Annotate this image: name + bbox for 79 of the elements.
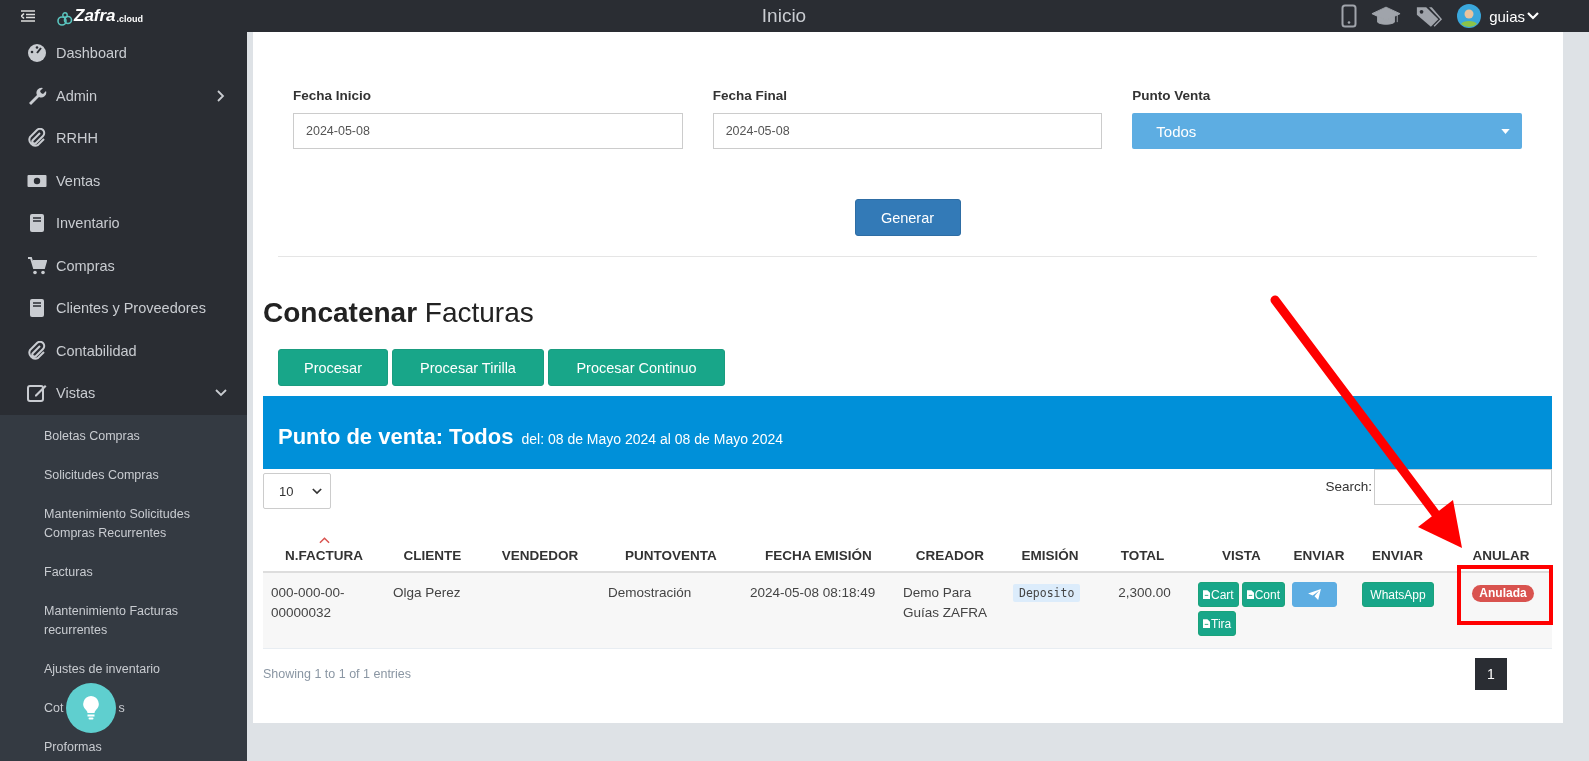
sidebar-item[interactable]: Contabilidad xyxy=(0,329,247,372)
logo[interactable]: Zafra.cloud xyxy=(57,6,144,26)
sidebar-item[interactable]: Ventas xyxy=(0,159,247,202)
table-cell: 2,300.00 xyxy=(1118,585,1171,600)
submenu-item[interactable]: Proformas xyxy=(0,727,247,761)
field-label: Fecha Final xyxy=(712,88,788,103)
field-label: Fecha Inicio xyxy=(293,88,373,103)
caret-icon xyxy=(1501,128,1510,134)
column-header[interactable]: ENVIAR xyxy=(1372,548,1423,563)
table-cell: Olga Perez xyxy=(393,585,461,600)
submenu-item[interactable]: Ajustes de inventario xyxy=(0,649,247,689)
paperclip-icon xyxy=(27,340,47,361)
search-field[interactable] xyxy=(1374,469,1552,505)
send-icon xyxy=(1308,589,1321,600)
book-icon xyxy=(27,213,47,234)
column-header[interactable]: PUNTOVENTA xyxy=(625,548,717,563)
banner-title: Punto de venta: Todos xyxy=(278,423,514,450)
sidebar-item[interactable]: RRHH xyxy=(0,117,247,160)
sidebar-item[interactable]: Admin xyxy=(0,74,247,117)
sidebar-item[interactable]: Inventario xyxy=(0,202,247,245)
column-header[interactable]: TOTAL xyxy=(1120,548,1165,563)
date-field[interactable]: 2024-05-08 xyxy=(293,113,683,149)
sidebar-item[interactable]: Clientes y Proveedores xyxy=(0,287,247,330)
phone-icon[interactable] xyxy=(1341,4,1358,28)
column-header[interactable]: VISTA xyxy=(1222,548,1261,563)
section-heading: Concatenar Facturas xyxy=(263,297,535,329)
sidebar-item[interactable]: Vistas xyxy=(0,372,247,415)
table-cell: Demo Para Guías ZAFRA xyxy=(903,585,988,620)
edit-icon xyxy=(27,383,47,404)
wrench-icon xyxy=(27,85,47,106)
column-header[interactable]: N.FACTURA xyxy=(285,548,363,563)
column-header[interactable]: CLIENTE xyxy=(403,548,462,563)
status-badge: Anulada xyxy=(1472,585,1534,602)
entries-info: Showing 1 to 1 of 1 entries xyxy=(263,666,411,681)
column-header[interactable]: FECHA EMISIÓN xyxy=(765,548,872,563)
submenu-item[interactable]: Mantenimiento Facturas recurrentes xyxy=(0,591,247,650)
book-icon xyxy=(27,298,47,319)
sidebar-item[interactable]: Dashboard xyxy=(0,32,247,75)
menu-collapse-icon[interactable] xyxy=(21,10,35,22)
document-icon xyxy=(1246,590,1254,599)
chevron-down-icon xyxy=(312,487,322,495)
chevron-down-icon[interactable] xyxy=(1527,12,1539,20)
lightbulb-icon xyxy=(81,695,101,721)
column-header[interactable]: ENVIAR xyxy=(1293,548,1345,563)
column-header[interactable]: VENDEDOR xyxy=(501,548,579,563)
cart-icon xyxy=(27,255,47,276)
page-size-select[interactable]: 10 xyxy=(263,473,331,509)
column-header[interactable]: CREADOR xyxy=(915,548,985,563)
search-label: Search: xyxy=(1325,478,1372,494)
table-cell: 2024-05-08 08:18:49 xyxy=(750,585,876,600)
user-menu[interactable]: guias xyxy=(1489,7,1525,25)
column-header[interactable]: ANULAR xyxy=(1472,548,1530,563)
page-button[interactable]: 1 xyxy=(1475,657,1507,690)
logo-text: Zafra xyxy=(74,6,116,26)
submenu-item[interactable]: Solicitudes Compras xyxy=(0,455,247,495)
sidebar-item[interactable]: Compras xyxy=(0,244,247,287)
avatar[interactable] xyxy=(1457,4,1482,28)
document-icon xyxy=(1203,590,1210,599)
submenu-item[interactable]: Boletas Compras xyxy=(0,416,247,456)
date-range: del: 08 de Mayo 2024 al 08 de Mayo 2024 xyxy=(521,429,783,447)
bubbles-icon xyxy=(57,12,73,26)
document-icon xyxy=(1203,619,1210,628)
submenu-item[interactable]: Facturas xyxy=(0,552,247,592)
table-cell: 000-000-00-00000032 xyxy=(271,585,345,620)
submenu-item[interactable]: Cot xyxy=(44,698,64,718)
logo-suffix: .cloud xyxy=(116,14,144,26)
emission-tag: Deposito xyxy=(1013,584,1081,602)
gauge-icon xyxy=(27,43,47,64)
generate-button[interactable]: Generar xyxy=(854,199,961,236)
submenu-item[interactable]: Mantenimiento Solicitudes Compras Recurrentes xyxy=(0,494,247,553)
paperclip-icon xyxy=(27,128,47,149)
page-title: Inicio xyxy=(760,5,808,27)
date-field[interactable]: 2024-05-08 xyxy=(712,113,1103,149)
table-cell: Demostración xyxy=(608,585,692,600)
column-header[interactable]: EMISIÓN xyxy=(1021,548,1079,563)
tags-icon[interactable] xyxy=(1415,4,1444,28)
field-label: Punto Venta xyxy=(1132,88,1212,103)
submenu-item-end[interactable]: s xyxy=(118,698,125,718)
graduation-cap-icon[interactable] xyxy=(1371,5,1402,27)
